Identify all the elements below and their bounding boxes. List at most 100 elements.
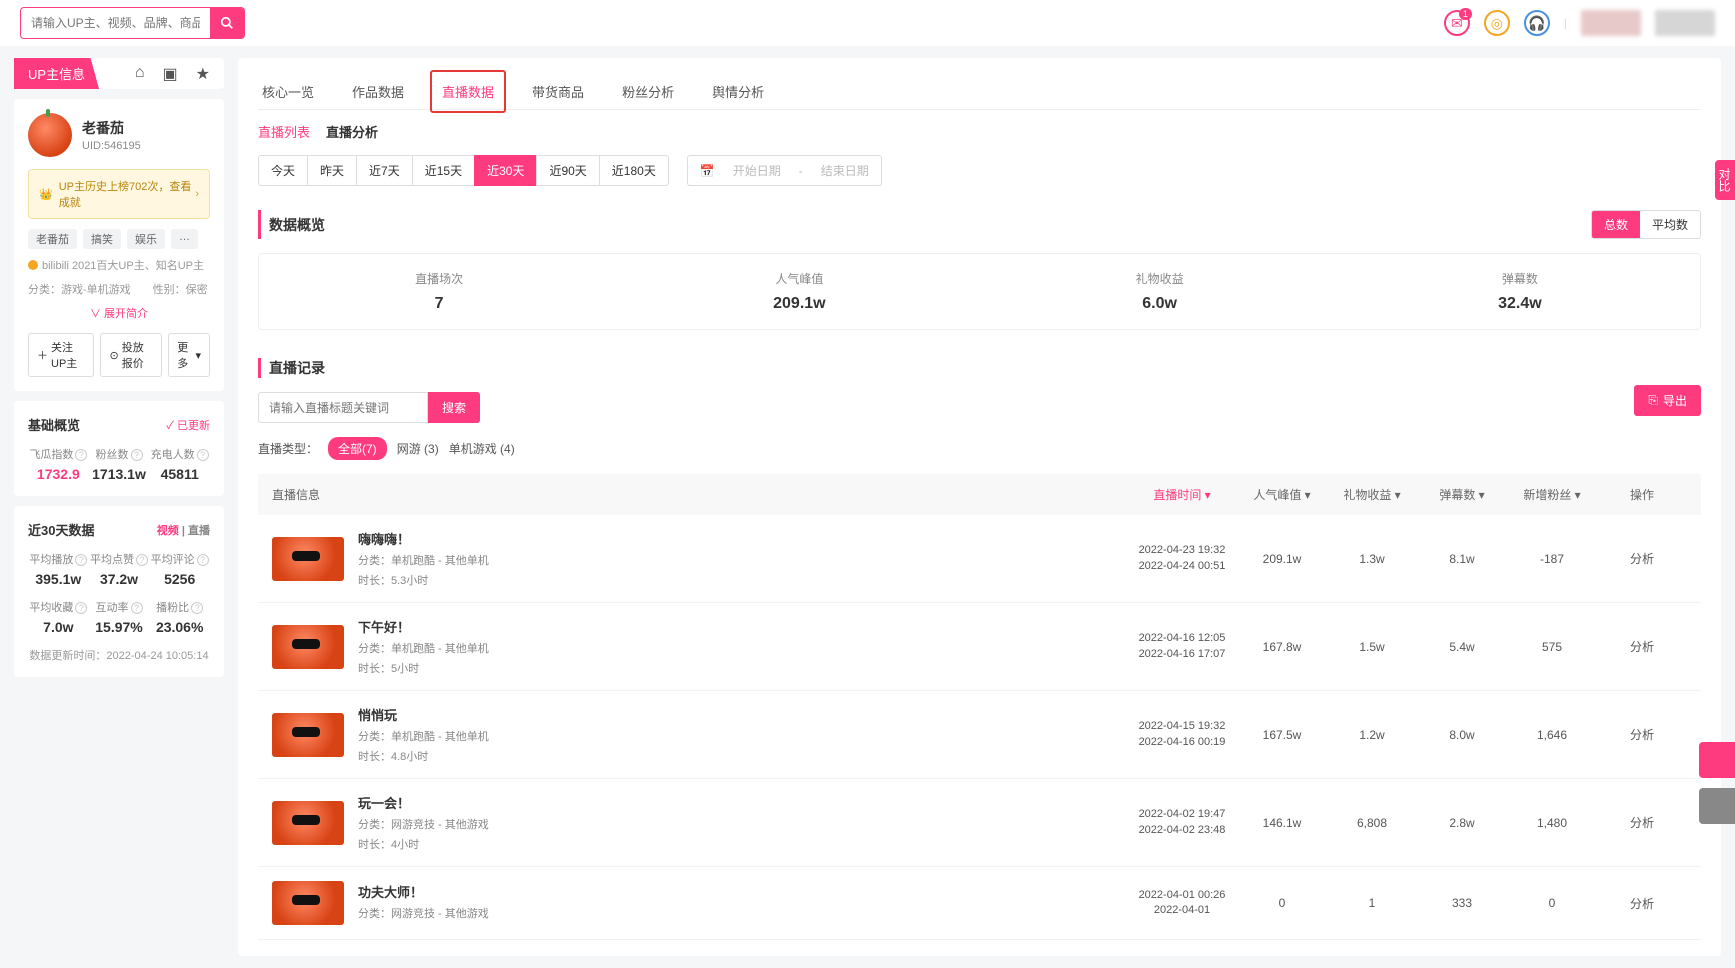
stat-label: 平均评论? xyxy=(149,551,210,567)
tv-icon[interactable]: ▣ xyxy=(163,64,178,84)
type-filter[interactable]: 全部(7) xyxy=(328,437,387,460)
col-header[interactable]: 新增粉丝 ▾ xyxy=(1507,486,1597,503)
live-title[interactable]: 悄悄玩 xyxy=(358,705,1127,724)
table-row: 下午好！ 分类：单机跑酷 - 其他单机 时长：5小时 2022-04-16 12… xyxy=(258,603,1701,691)
stat-label: 充电人数? xyxy=(149,446,210,462)
stat-value: 395.1w xyxy=(28,571,89,587)
col-header[interactable]: 弹幕数 ▾ xyxy=(1417,486,1507,503)
main-tab[interactable]: 直播数据 xyxy=(438,74,498,109)
expand-intro[interactable]: ∨ 展开简介 xyxy=(28,305,210,321)
updated-badge: ✓ 已更新 xyxy=(166,417,210,433)
toggle-avg[interactable]: 平均数 xyxy=(1640,211,1700,238)
user-avatar-blur[interactable] xyxy=(1581,10,1641,36)
live-time: 2022-04-15 19:322022-04-16 00:19 xyxy=(1127,719,1237,750)
search-icon xyxy=(220,16,234,30)
range-btn[interactable]: 今天 xyxy=(258,155,308,186)
live-thumb[interactable] xyxy=(272,537,344,581)
support-icon[interactable]: 🎧 xyxy=(1524,10,1550,36)
tab-live[interactable]: 直播 xyxy=(188,525,210,537)
col-header[interactable]: 人气峰值 ▾ xyxy=(1237,486,1327,503)
analyze-link[interactable]: 分析 xyxy=(1597,895,1687,912)
quote-button[interactable]: ⊙投放报价 xyxy=(100,333,162,377)
subnav-analysis[interactable]: 直播分析 xyxy=(326,122,378,141)
records-search-btn[interactable]: 搜索 xyxy=(428,392,480,423)
tag[interactable]: 娱乐 xyxy=(127,229,165,249)
live-thumb[interactable] xyxy=(272,881,344,925)
live-duration: 时长：5小时 xyxy=(358,660,1127,676)
tag[interactable]: … xyxy=(171,229,198,249)
gift: 1.3w xyxy=(1327,552,1417,566)
danmu: 5.4w xyxy=(1417,640,1507,654)
analyze-link[interactable]: 分析 xyxy=(1597,550,1687,567)
overview-label: 弹幕数 xyxy=(1340,270,1700,287)
range-btn[interactable]: 近90天 xyxy=(536,155,599,186)
overview-title: 数据概览 xyxy=(269,215,325,235)
stat-value: 5256 xyxy=(149,571,210,587)
analyze-link[interactable]: 分析 xyxy=(1597,814,1687,831)
col-header[interactable]: 直播时间 ▾ xyxy=(1127,486,1237,503)
fans: 1,480 xyxy=(1507,816,1597,830)
follow-button[interactable]: ＋关注UP主 xyxy=(28,333,94,377)
range-btn[interactable]: 昨天 xyxy=(307,155,357,186)
home-icon[interactable]: ⌂ xyxy=(135,64,145,84)
export-button[interactable]: ⎘导出 xyxy=(1634,385,1701,416)
main-tab[interactable]: 舆情分析 xyxy=(708,74,768,109)
fans: -187 xyxy=(1507,552,1597,566)
toggle-total[interactable]: 总数 xyxy=(1592,211,1640,238)
date-range[interactable]: 📅开始日期-结束日期 xyxy=(687,155,882,186)
range-btn[interactable]: 近180天 xyxy=(599,155,669,186)
fab-grey[interactable] xyxy=(1699,788,1735,824)
chevron-right-icon: › xyxy=(195,188,199,200)
sidebar-header: UP主信息 ⌂ ▣ ★ xyxy=(14,58,224,89)
main-tab[interactable]: 粉丝分析 xyxy=(618,74,678,109)
live-thumb[interactable] xyxy=(272,801,344,845)
col-header[interactable]: 礼物收益 ▾ xyxy=(1327,486,1417,503)
live-title[interactable]: 嗨嗨嗨！ xyxy=(358,529,1127,548)
danmu: 8.0w xyxy=(1417,728,1507,742)
badge-line: bilibili 2021百大UP主、知名UP主 xyxy=(42,257,204,273)
live-title[interactable]: 功夫大师！ xyxy=(358,882,1127,901)
mail-icon[interactable]: ✉1 xyxy=(1444,10,1470,36)
compare-tab[interactable]: 对比 xyxy=(1715,160,1735,200)
analyze-link[interactable]: 分析 xyxy=(1597,726,1687,743)
type-filter[interactable]: 单机游戏 (4) xyxy=(449,440,515,457)
stat-value: 37.2w xyxy=(89,571,150,587)
sidebar-tab[interactable]: UP主信息 xyxy=(14,58,99,89)
fab-pink[interactable] xyxy=(1699,742,1735,778)
target-icon[interactable]: ◎ xyxy=(1484,10,1510,36)
live-thumb[interactable] xyxy=(272,625,344,669)
achievement-banner[interactable]: 👑 UP主历史上榜702次，查看成就 › xyxy=(28,169,210,219)
overview-value: 32.4w xyxy=(1340,295,1700,313)
search-button[interactable] xyxy=(210,8,244,38)
live-category: 分类：单机跑酷 - 其他单机 xyxy=(358,552,1127,568)
range-btn[interactable]: 近15天 xyxy=(412,155,475,186)
records-search-input[interactable] xyxy=(258,392,428,423)
type-filter[interactable]: 网游 (3) xyxy=(397,440,439,457)
fans: 0 xyxy=(1507,896,1597,910)
search-input[interactable] xyxy=(21,10,210,36)
tab-video[interactable]: 视频 xyxy=(157,525,179,537)
live-time: 2022-04-02 19:472022-04-02 23:48 xyxy=(1127,807,1237,838)
analyze-link[interactable]: 分析 xyxy=(1597,638,1687,655)
star-icon[interactable]: ★ xyxy=(196,64,210,84)
tag[interactable]: 老番茄 xyxy=(28,229,77,249)
live-duration: 时长：5.3小时 xyxy=(358,572,1127,588)
range-btn[interactable]: 近30天 xyxy=(474,155,537,186)
main-tab[interactable]: 核心一览 xyxy=(258,74,318,109)
user-name-blur xyxy=(1655,10,1715,36)
range-btn[interactable]: 近7天 xyxy=(356,155,413,186)
tag[interactable]: 搞笑 xyxy=(83,229,121,249)
live-title[interactable]: 下午好！ xyxy=(358,617,1127,636)
main-tab[interactable]: 作品数据 xyxy=(348,74,408,109)
subnav-list[interactable]: 直播列表 xyxy=(258,122,310,141)
more-button[interactable]: 更多 ▾ xyxy=(168,333,210,377)
col-header: 操作 xyxy=(1597,486,1687,503)
main-tab[interactable]: 带货商品 xyxy=(528,74,588,109)
live-thumb[interactable] xyxy=(272,713,344,757)
stat-label: 飞瓜指数? xyxy=(28,446,89,462)
class-line: 分类：游戏-单机游戏 性别：保密 xyxy=(28,281,210,297)
live-title[interactable]: 玩一会！ xyxy=(358,793,1127,812)
danmu: 2.8w xyxy=(1417,816,1507,830)
up-name: 老番茄 xyxy=(82,118,141,138)
crown-icon: 👑 xyxy=(39,188,53,201)
